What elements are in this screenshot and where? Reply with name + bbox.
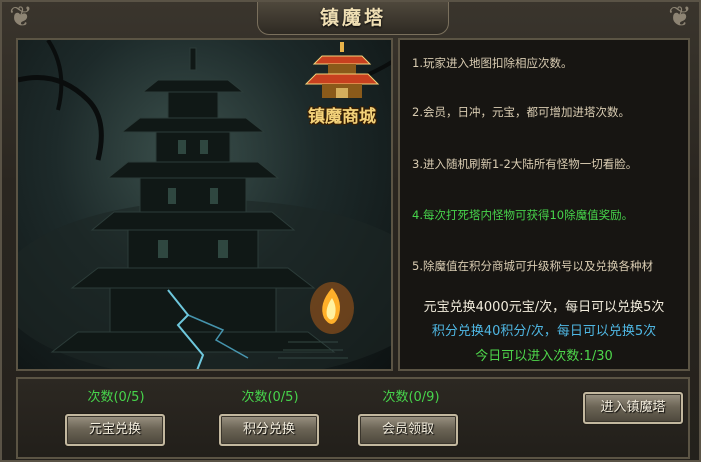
points-count: 次数(0/5) bbox=[241, 390, 299, 405]
daily-entry-count: 今日可以进入次数:1/30 bbox=[475, 349, 613, 364]
points-exchange-info: 积分兑换40积分/次，每日可以兑换5次 bbox=[431, 324, 657, 339]
points-exchange-button[interactable]: 积分兑换 bbox=[219, 414, 319, 446]
shop-badge[interactable]: 镇魔商城 bbox=[296, 42, 388, 130]
rule-2: 2.会员，日冲，元宝，都可增加进塔次数。 bbox=[412, 105, 630, 119]
rule-4: 4.每次打死塔内怪物可获得10除魔值奖励。 bbox=[412, 208, 634, 222]
ornament-icon: ❦ bbox=[668, 0, 692, 33]
yuanbao-exchange-info: 元宝兑换4000元宝/次，每日可以兑换5次 bbox=[423, 300, 665, 315]
vip-count: 次数(0/9) bbox=[382, 390, 440, 405]
action-bar: 次数(0/5) 次数(0/5) 次数(0/9) 元宝兑换 积分兑换 会员领取 进… bbox=[16, 377, 690, 459]
shop-badge-label: 镇魔商城 bbox=[308, 107, 376, 127]
dialog-title: 镇魔塔 bbox=[257, 2, 449, 35]
dialog-frame: ❦ ❦ 镇魔塔 镇魔商城 1.玩家进入地图扣除相应次数。 2.会员，日冲，元宝，… bbox=[0, 0, 701, 462]
rule-3: 3.进入随机刷新1-2大陆所有怪物一切看脸。 bbox=[412, 157, 638, 171]
vip-claim-button[interactable]: 会员领取 bbox=[358, 414, 458, 446]
rules-panel: 1.玩家进入地图扣除相应次数。 2.会员，日冲，元宝，都可增加进塔次数。 3.进… bbox=[398, 38, 690, 371]
enter-tower-button[interactable]: 进入镇魔塔 bbox=[583, 392, 683, 424]
rule-1: 1.玩家进入地图扣除相应次数。 bbox=[412, 56, 573, 70]
ornament-icon: ❦ bbox=[9, 0, 33, 33]
rule-5: 5.除魔值在积分商城可升级称号以及兑换各种材 bbox=[412, 259, 653, 273]
pagoda-icon bbox=[304, 42, 380, 98]
yuanbao-exchange-button[interactable]: 元宝兑换 bbox=[65, 414, 165, 446]
yuanbao-count: 次数(0/5) bbox=[87, 390, 145, 405]
